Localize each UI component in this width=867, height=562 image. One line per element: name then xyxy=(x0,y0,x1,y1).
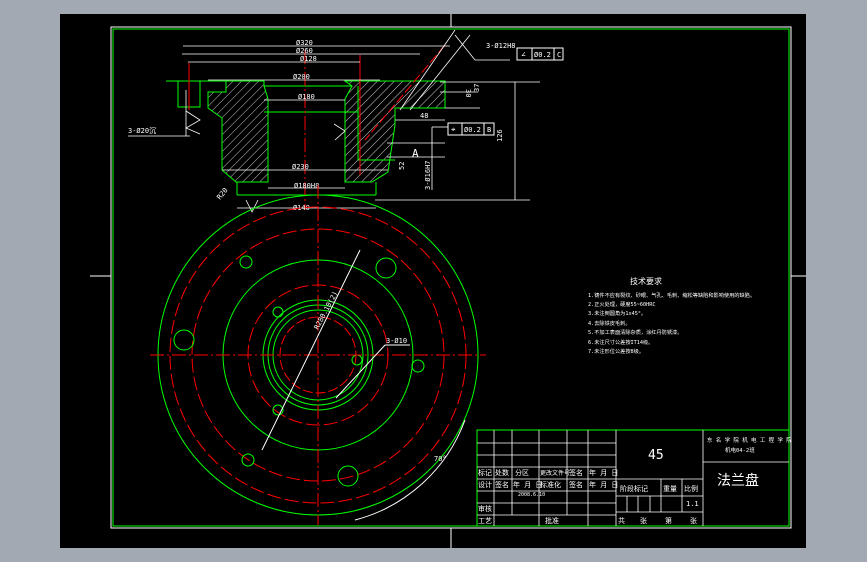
svg-text:重量: 重量 xyxy=(663,485,677,493)
section-view: Ø320 Ø260 Ø128 Ø200 Ø180 Ø230 Ø180H8 Ø14… xyxy=(128,29,564,213)
tech-req-item: 6.未注尺寸公差按IT14级。 xyxy=(588,338,653,346)
dim-holes-3x16: 3-Ø16H7 xyxy=(424,160,432,190)
dim-d320: Ø320 xyxy=(296,39,313,47)
svg-text:∠: ∠ xyxy=(521,50,526,59)
svg-text:标准化: 标准化 xyxy=(540,480,561,489)
dim-d140: Ø140 xyxy=(293,204,310,212)
tech-req-item: 5.不加工表面清除杂质，涂红丹防锈漆。 xyxy=(588,328,682,336)
svg-text:年 月 日: 年 月 日 xyxy=(589,468,618,477)
svg-text:张: 张 xyxy=(690,516,697,525)
tech-req-item: 1.铸件不应有裂纹、砂眼、气孔、毛刺、缩松等缺陷和影响使用的缺陷。 xyxy=(588,291,755,299)
svg-text:年 月 日: 年 月 日 xyxy=(513,480,542,489)
tech-req-item: 3.未注倒圆角为1x45°。 xyxy=(588,309,646,317)
svg-text:Ø0.2: Ø0.2 xyxy=(534,51,551,59)
scale: 1.1 xyxy=(686,500,699,508)
dim-angle-70: 70° xyxy=(434,455,447,463)
dim-52: 52 xyxy=(398,162,406,170)
svg-text:C: C xyxy=(557,51,561,59)
svg-text:更改文件号: 更改文件号 xyxy=(540,469,570,477)
svg-text:处数: 处数 xyxy=(495,468,509,477)
tech-req-item: 2.正火处理，硬度55~60HRC xyxy=(588,300,656,308)
svg-text:审核: 审核 xyxy=(478,504,492,513)
svg-text:分区: 分区 xyxy=(515,468,529,477)
drawing-canvas[interactable]: Ø320 Ø260 Ø128 Ø200 Ø180 Ø230 Ø180H8 Ø14… xyxy=(60,14,806,548)
drawing-title: 法兰盘 xyxy=(717,472,759,489)
dim-37: 37 xyxy=(473,84,481,92)
plan-view: R280.10(2) 3-Ø10 70° xyxy=(150,185,486,525)
tech-req-title: 技术要求 xyxy=(630,276,662,286)
svg-text:共: 共 xyxy=(618,516,625,525)
svg-text:比例: 比例 xyxy=(684,484,698,493)
svg-text:签名: 签名 xyxy=(569,480,583,489)
svg-text:年 月 日: 年 月 日 xyxy=(589,480,618,489)
dim-holes-3x12: 3-Ø12H8 xyxy=(486,42,516,50)
svg-text:签名: 签名 xyxy=(495,480,509,489)
tolerance-frame-1: ∠ Ø0.2 C xyxy=(516,47,564,61)
tech-req-item: 4.去除铁皮毛刺。 xyxy=(588,319,631,327)
svg-text:⌖: ⌖ xyxy=(451,125,456,134)
svg-text:Ø0.2: Ø0.2 xyxy=(464,126,481,134)
design-date: 2008.6.10 xyxy=(518,492,545,498)
svg-text:第: 第 xyxy=(665,516,672,525)
class-name: 机电04-2班 xyxy=(725,446,755,454)
dim-d180: Ø180 xyxy=(298,93,315,101)
dim-126: 126 xyxy=(496,129,504,142)
dim-30: 30 xyxy=(464,89,472,97)
svg-text:工艺: 工艺 xyxy=(478,517,492,525)
dim-48: 48 xyxy=(420,112,428,120)
svg-text:设计: 设计 xyxy=(478,480,492,489)
dim-holes-3x20: 3-Ø20沉 xyxy=(128,127,156,135)
dim-d128: Ø128 xyxy=(300,55,317,63)
datum-a: A xyxy=(412,147,419,160)
dim-d180h8: Ø180H8 xyxy=(294,182,319,190)
dim-d200: Ø200 xyxy=(293,73,310,81)
tech-requirements: 技术要求 1.铸件不应有裂纹、砂眼、气孔、毛刺、缩松等缺陷和影响使用的缺陷。 2… xyxy=(588,276,755,355)
school-name: 东 名 学 院 机 电 工 程 学 院 xyxy=(707,436,792,444)
material: 45 xyxy=(648,448,664,463)
cad-drawing: Ø320 Ø260 Ø128 Ø200 Ø180 Ø230 Ø180H8 Ø14… xyxy=(90,14,806,548)
svg-text:B: B xyxy=(487,126,491,134)
tolerance-frame-2: ⌖ Ø0.2 B xyxy=(447,122,495,136)
svg-text:阶段标记: 阶段标记 xyxy=(620,484,648,493)
svg-text:签名: 签名 xyxy=(569,468,583,477)
dim-d260: Ø260 xyxy=(296,47,313,55)
dim-d230: Ø230 xyxy=(292,163,309,171)
dim-r20: R20 xyxy=(215,186,229,201)
dim-holes-3x10: 3-Ø10 xyxy=(386,337,407,345)
title-block: 标记 处数 分区 更改文件号 签名 年 月 日 设计 签名 年 月 日 标准化 … xyxy=(476,429,792,527)
svg-text:批准: 批准 xyxy=(545,516,559,525)
svg-text:张: 张 xyxy=(640,516,647,525)
tech-req-item: 7.未注形位公差按8级。 xyxy=(588,347,644,355)
svg-text:标记: 标记 xyxy=(478,468,492,477)
